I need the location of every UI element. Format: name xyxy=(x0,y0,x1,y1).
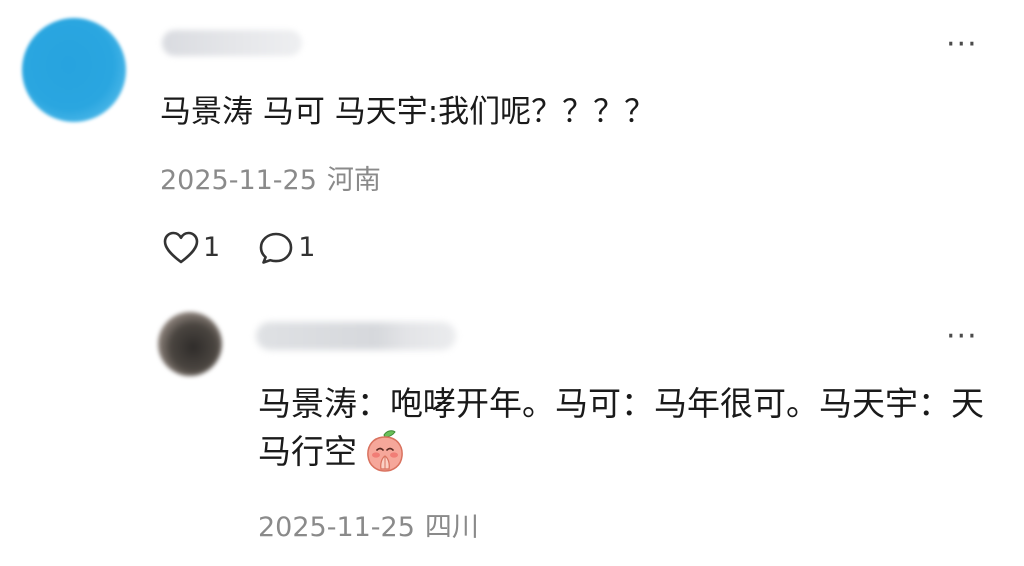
comment-text: 马景涛 马可 马天宇:我们呢？？？？ xyxy=(160,94,656,130)
reply-avatar[interactable] xyxy=(158,312,222,376)
reply-username-blurred[interactable] xyxy=(256,322,456,350)
reply-date: 2025-11-25 xyxy=(258,512,415,543)
reply-button[interactable]: 1 xyxy=(258,230,315,266)
speech-bubble-outline-icon xyxy=(258,231,294,265)
commenter-username-blurred[interactable] xyxy=(162,30,302,56)
like-button[interactable]: 1 xyxy=(163,230,220,266)
peach-praying-emoji xyxy=(363,429,407,486)
heart-outline-icon xyxy=(163,231,199,265)
reply-more-options-icon[interactable]: ··· xyxy=(946,322,978,352)
comment-meta: 2025-11-25 河南 xyxy=(160,163,381,199)
commenter-avatar[interactable] xyxy=(22,18,126,122)
comment-date: 2025-11-25 xyxy=(160,165,317,196)
reply-text-block: 马景涛：咆哮开年。马可：马年很可。马天宇：天马行空 xyxy=(258,380,988,486)
like-count: 1 xyxy=(203,232,221,263)
reply-location: 四川 xyxy=(424,512,479,543)
comment-location: 河南 xyxy=(326,165,381,196)
reply-meta: 2025-11-25 四川 xyxy=(258,510,479,546)
more-options-icon[interactable]: ··· xyxy=(946,30,978,60)
reply-count: 1 xyxy=(298,232,316,263)
comment-actions: 1 1 xyxy=(163,228,353,268)
